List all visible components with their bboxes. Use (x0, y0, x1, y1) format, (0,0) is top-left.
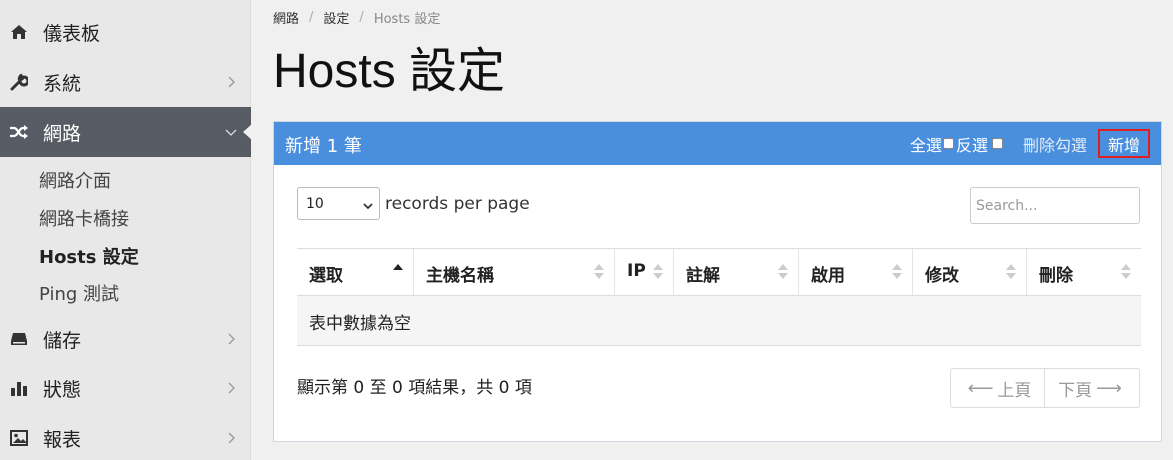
prev-page-button[interactable]: ⟵ 上頁 (951, 369, 1045, 407)
page-title: Hosts 設定 (273, 45, 506, 98)
chevron-right-icon (221, 378, 241, 398)
sidebar-item-label: 網路 (43, 122, 82, 145)
empty-table-row: 表中數據為空 (297, 296, 1141, 346)
table-info: 顯示第 0 至 0 項結果，共 0 項 (297, 378, 532, 398)
invert-label: 反選 (955, 135, 988, 155)
sort-icon (653, 264, 663, 280)
next-page-label: 下頁 (1058, 380, 1093, 401)
column-label: 修改 (925, 266, 959, 286)
bar-chart-icon (9, 378, 29, 398)
column-label: 刪除 (1039, 266, 1073, 286)
sidebar-item-storage[interactable]: 儲存 (0, 314, 251, 364)
hosts-table: 選取 主機名稱 IP 註解 啟用 修改 刪除 表中數據為空 (297, 248, 1141, 346)
sidebar-item-label: 系統 (43, 72, 82, 95)
prev-page-label: 上頁 (997, 380, 1032, 401)
column-comment[interactable]: 註解 (674, 249, 799, 295)
select-all-label: 全選 (909, 135, 942, 155)
sidebar-item-label: 報表 (43, 428, 82, 451)
chevron-right-icon (221, 329, 241, 349)
column-edit[interactable]: 修改 (913, 249, 1027, 295)
sidebar-item-label: 儀表板 (43, 22, 101, 45)
sidebar-subitem-interfaces[interactable]: 網路介面 (39, 167, 111, 193)
sort-asc-icon (393, 264, 403, 280)
sort-icon (594, 264, 604, 280)
pagination: ⟵ 上頁 下頁 ⟶ (950, 368, 1140, 408)
column-label: 選取 (309, 266, 343, 286)
sidebar-item-reports[interactable]: 報表 (0, 413, 251, 460)
breadcrumb-separator: / (359, 10, 364, 25)
wrench-icon (9, 72, 29, 92)
sidebar-subitem-ping[interactable]: Ping 測試 (39, 280, 119, 306)
sort-icon (1121, 264, 1131, 280)
breadcrumb-separator: / (309, 10, 314, 25)
sidebar-subitem-bridge[interactable]: 網路卡橋接 (39, 205, 129, 231)
page-length-select[interactable]: 10 (297, 187, 380, 220)
chevron-down-icon (221, 122, 241, 142)
sidebar-item-label: 狀態 (43, 378, 82, 401)
chevron-down-icon (363, 198, 373, 214)
invert-checkbox[interactable] (991, 138, 1003, 149)
sidebar-item-system[interactable]: 系統 (0, 57, 251, 107)
sidebar-item-dashboard[interactable]: 儀表板 (0, 7, 251, 57)
select-all-checkbox[interactable] (942, 138, 954, 149)
breadcrumb: 網路 / 設定 / Hosts 設定 (273, 8, 440, 27)
chevron-right-icon (221, 72, 241, 92)
breadcrumb-item-network[interactable]: 網路 (273, 8, 299, 27)
page-length-value: 10 (306, 195, 324, 212)
random-icon (9, 122, 29, 142)
next-page-button[interactable]: 下頁 ⟶ (1045, 369, 1139, 407)
records-per-page-label: records per page (385, 194, 530, 214)
sidebar-item-network[interactable]: 網路 (0, 107, 252, 157)
sidebar-item-label: 儲存 (43, 329, 82, 352)
column-select[interactable]: 選取 (297, 249, 414, 295)
breadcrumb-item-current: Hosts 設定 (373, 12, 441, 27)
panel-title: 新增 1 筆 (285, 136, 362, 157)
column-label: 主機名稱 (426, 266, 494, 286)
table-header: 選取 主機名稱 IP 註解 啟用 修改 刪除 (297, 248, 1141, 296)
arrow-right-icon: ⟶ (1096, 377, 1122, 399)
column-enabled[interactable]: 啟用 (799, 249, 913, 295)
breadcrumb-item-settings[interactable]: 設定 (323, 8, 349, 27)
hosts-panel: 新增 1 筆 全選 反選 刪除勾選 新增 10 records per page… (273, 121, 1162, 442)
drive-icon (9, 329, 29, 349)
home-icon (9, 22, 29, 42)
sidebar: 儀表板 系統 網路 網路介面 網路卡橋接 Hosts 設定 Ping 測試 儲存 (0, 0, 252, 460)
arrow-left-icon: ⟵ (967, 377, 994, 399)
panel-toolbar: 全選 反選 刪除勾選 新增 (910, 129, 1150, 158)
panel-header: 新增 1 筆 全選 反選 刪除勾選 新增 (274, 122, 1161, 165)
image-icon (9, 428, 29, 448)
delete-checked-button[interactable]: 刪除勾選 (1023, 132, 1087, 156)
chevron-right-icon (221, 428, 241, 448)
search-input[interactable]: Search... (970, 187, 1140, 224)
add-button[interactable]: 新增 (1097, 129, 1150, 158)
column-ip[interactable]: IP (615, 249, 674, 295)
column-label: 註解 (686, 266, 720, 286)
sidebar-item-status[interactable]: 狀態 (0, 363, 251, 413)
column-label: 啟用 (811, 266, 845, 286)
column-label: IP (627, 261, 646, 281)
sidebar-subitem-hosts[interactable]: Hosts 設定 (39, 243, 139, 269)
sort-icon (1006, 264, 1016, 280)
sort-icon (778, 264, 788, 280)
column-delete[interactable]: 刪除 (1027, 249, 1141, 295)
sort-icon (892, 264, 902, 280)
column-hostname[interactable]: 主機名稱 (414, 249, 615, 295)
